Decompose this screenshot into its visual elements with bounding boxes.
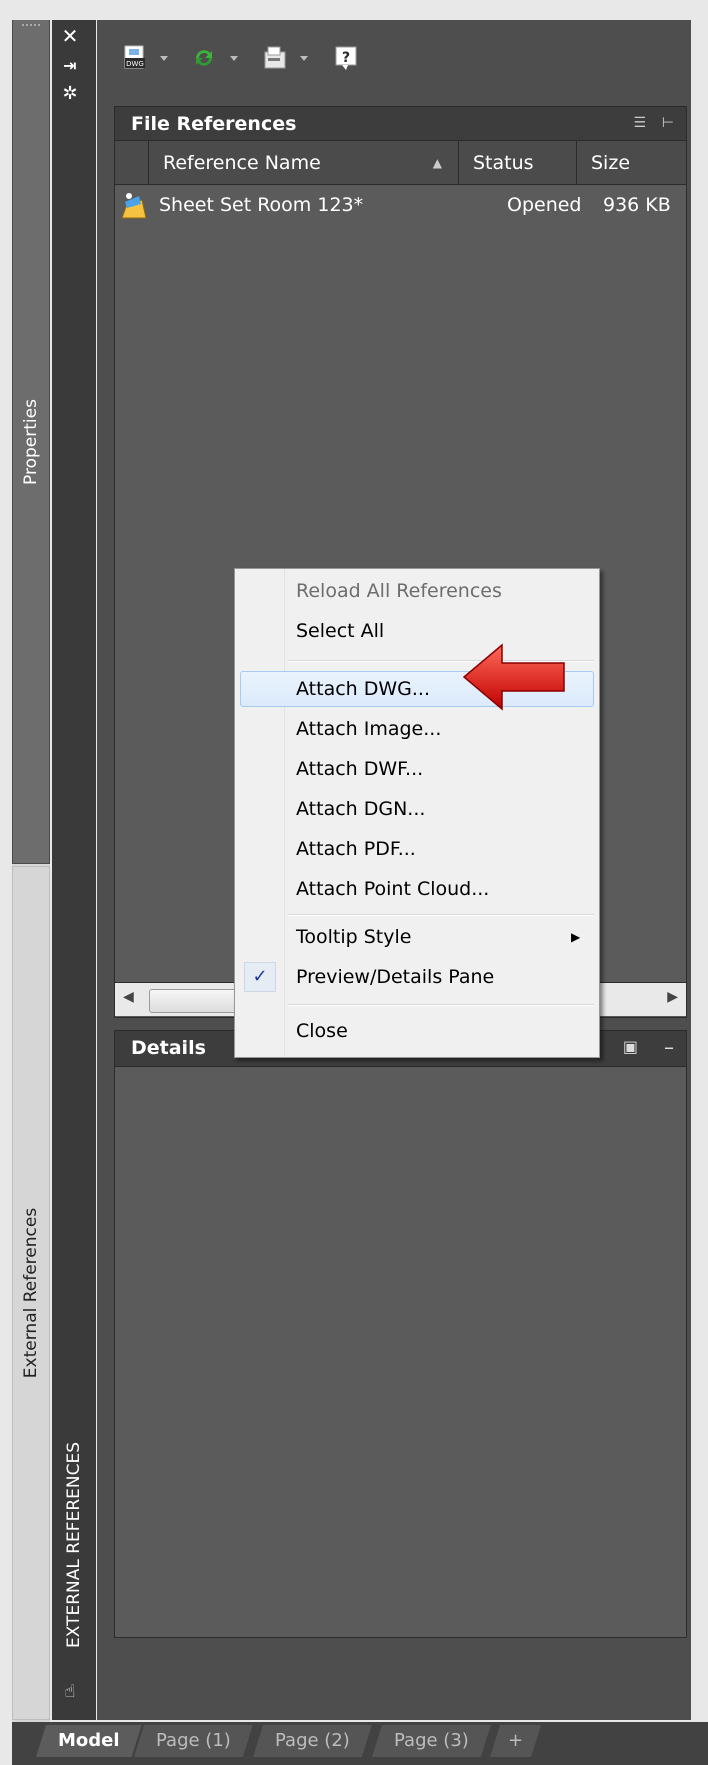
- column-status-label: Status: [473, 152, 534, 174]
- menu-separator: [288, 914, 594, 916]
- attach-dwg-icon: DWG: [124, 45, 145, 69]
- tab-page-1[interactable]: Page (1): [134, 1725, 253, 1757]
- checkmark-icon: ✓: [244, 962, 276, 992]
- scroll-left-icon[interactable]: ◀: [123, 989, 134, 1005]
- change-path-icon: [264, 46, 286, 69]
- size-cell: 936 KB: [603, 194, 671, 216]
- tree-view-icon[interactable]: ⊢: [662, 115, 674, 131]
- reference-name-cell: Sheet Set Room 123*: [159, 194, 364, 216]
- menu-item-attach-dgn[interactable]: Attach DGN...: [296, 794, 425, 824]
- column-reference-name-label: Reference Name: [163, 152, 321, 174]
- red-arrow-annotation: [462, 643, 565, 711]
- settings-icon[interactable]: ✲: [60, 84, 80, 104]
- menu-separator: [288, 1004, 594, 1006]
- file-references-header: File References ☰ ⊢: [115, 107, 686, 141]
- close-icon[interactable]: ✕: [60, 26, 80, 46]
- table-row[interactable]: Sheet Set Room 123* Opened 936 KB: [115, 188, 686, 228]
- file-references-title: File References: [131, 113, 297, 135]
- refresh-icon: [196, 50, 212, 66]
- grip-handle[interactable]: [22, 24, 40, 28]
- menu-item-tooltip-style[interactable]: Tooltip Style: [296, 922, 411, 952]
- tab-page-3[interactable]: Page (3): [372, 1725, 491, 1757]
- svg-text:?: ?: [342, 50, 350, 66]
- tab-external-references-label: External References: [21, 1207, 41, 1379]
- chevron-down-icon: [300, 55, 308, 61]
- pointer-hand-icon[interactable]: ☝: [60, 1682, 80, 1702]
- svg-text:DWG: DWG: [126, 60, 144, 68]
- refresh-dropdown-button[interactable]: [190, 44, 238, 72]
- scroll-right-icon[interactable]: ▶: [667, 989, 678, 1005]
- chevron-down-icon: [160, 55, 168, 61]
- list-view-icon[interactable]: ☰: [633, 115, 646, 131]
- details-pane: [114, 1030, 687, 1638]
- column-status[interactable]: Status: [459, 141, 577, 185]
- preview-toggle-icon[interactable]: ▣: [623, 1037, 638, 1056]
- help-button[interactable]: ?: [334, 44, 358, 72]
- tab-model[interactable]: Model: [36, 1725, 142, 1757]
- tab-properties[interactable]: Properties: [12, 20, 50, 864]
- column-header-row: Reference Name ▲ Status Size: [115, 141, 686, 185]
- menu-item-attach-point-cloud[interactable]: Attach Point Cloud...: [296, 874, 489, 904]
- collapse-icon[interactable]: –: [664, 1035, 674, 1059]
- autohide-icon[interactable]: ⇥: [60, 56, 80, 76]
- details-title: Details: [131, 1037, 206, 1059]
- change-path-dropdown-button[interactable]: [262, 44, 308, 72]
- sheet-set-icon: [119, 190, 149, 225]
- column-reference-name[interactable]: Reference Name ▲: [149, 141, 459, 185]
- menu-item-attach-image[interactable]: Attach Image...: [296, 714, 441, 744]
- menu-item-attach-pdf[interactable]: Attach PDF...: [296, 834, 416, 864]
- tab-properties-label: Properties: [21, 398, 41, 485]
- menu-item-attach-dwf[interactable]: Attach DWF...: [296, 754, 423, 784]
- menu-item-select-all[interactable]: Select All: [296, 616, 384, 646]
- submenu-arrow-icon: ▶: [571, 930, 581, 944]
- tab-page-2[interactable]: Page (2): [253, 1725, 372, 1757]
- titlebar-label: EXTERNAL REFERENCES: [54, 1420, 94, 1670]
- column-size[interactable]: Size: [577, 141, 686, 185]
- status-cell: Opened: [507, 194, 582, 216]
- column-size-label: Size: [591, 152, 631, 174]
- titlebar-label-text: EXTERNAL REFERENCES: [64, 1442, 84, 1648]
- menu-item-attach-dwg[interactable]: Attach DWG...: [296, 674, 430, 704]
- menu-item-close[interactable]: Close: [296, 1016, 348, 1046]
- menu-item-preview-details[interactable]: Preview/Details Pane: [296, 962, 494, 992]
- tab-external-references[interactable]: External References: [12, 866, 50, 1720]
- column-icon-spacer: [115, 141, 149, 185]
- help-icon: ?: [335, 46, 357, 70]
- menu-item-reload-all: Reload All References: [296, 580, 502, 602]
- sort-ascending-icon: ▲: [432, 156, 442, 170]
- attach-dropdown-button[interactable]: DWG: [122, 44, 168, 72]
- chevron-down-icon: [230, 55, 238, 61]
